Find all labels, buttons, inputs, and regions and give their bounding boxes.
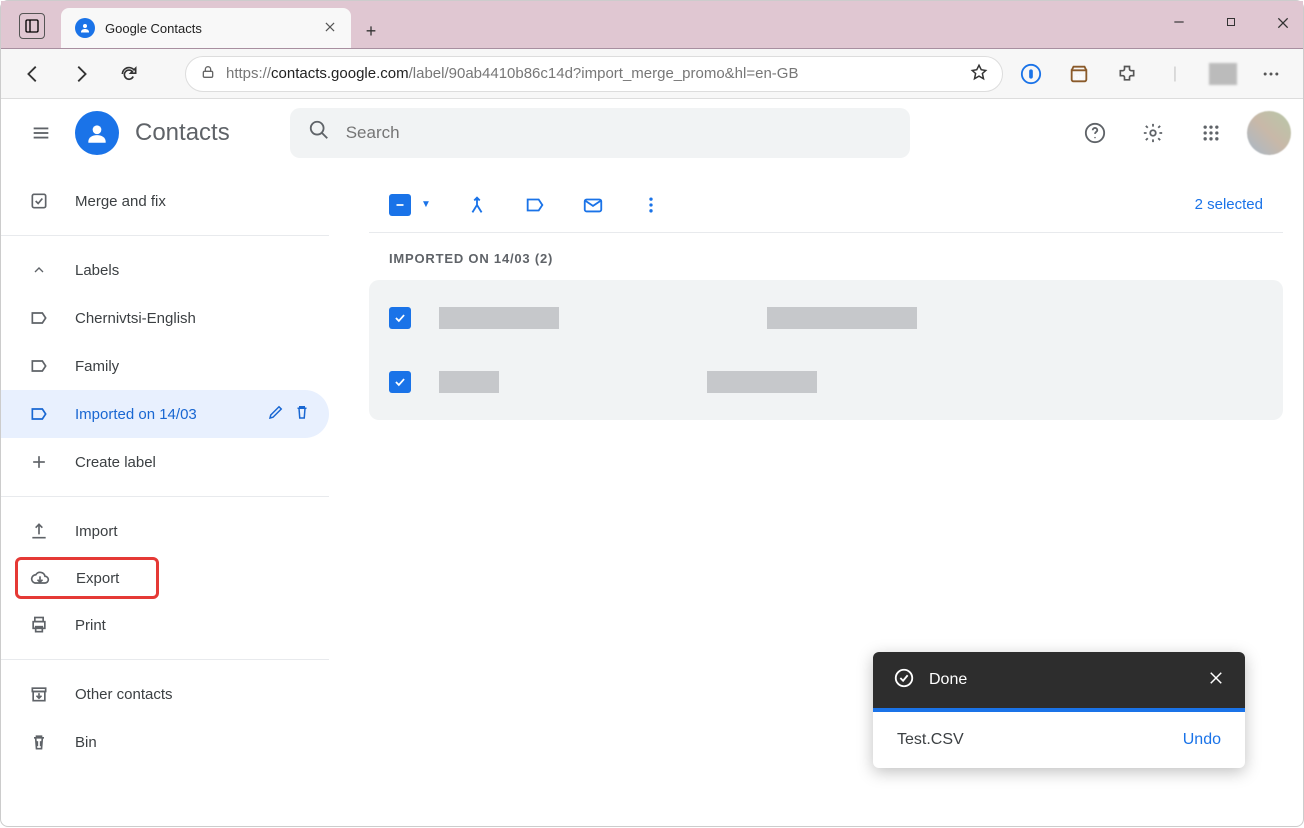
sidebar-bin[interactable]: Bin — [1, 718, 329, 766]
sidebar-label-family[interactable]: Family — [1, 342, 329, 390]
contacts-favicon-icon — [75, 18, 95, 38]
check-circle-icon — [893, 667, 915, 694]
label-icon — [27, 356, 51, 376]
label-action-icon[interactable] — [523, 193, 547, 217]
sidebar-item-label: Merge and fix — [75, 193, 311, 210]
new-tab-button[interactable]: + — [351, 21, 391, 42]
google-apps-button[interactable] — [1189, 111, 1233, 155]
print-icon — [27, 615, 51, 635]
edit-label-icon[interactable] — [267, 403, 285, 425]
list-header: Imported on 14/03 (2) — [369, 233, 1283, 280]
close-tab-icon[interactable] — [323, 20, 337, 37]
more-actions-icon[interactable] — [639, 193, 663, 217]
sidebar-item-label: Imported on 14/03 — [75, 406, 243, 423]
sidebar-print[interactable]: Print — [1, 601, 329, 649]
forward-button[interactable] — [61, 54, 101, 94]
help-button[interactable] — [1073, 111, 1117, 155]
svg-text:Off: Off — [1074, 74, 1083, 81]
sidebar-item-label: Family — [75, 358, 311, 375]
sidebar-merge-fix[interactable]: Merge and fix — [1, 177, 329, 225]
contact-name — [439, 307, 559, 329]
account-avatar[interactable] — [1247, 111, 1291, 155]
download-toast: Done Test.CSV Undo — [873, 652, 1245, 768]
undo-button[interactable]: Undo — [1183, 731, 1221, 749]
extension-wallet-icon[interactable]: Off — [1059, 54, 1099, 94]
sidebar-item-label: Labels — [75, 262, 311, 279]
sidebar-item-label: Export — [76, 570, 138, 587]
tab-title: Google Contacts — [105, 21, 313, 36]
sidebar-item-label: Other contacts — [75, 686, 311, 703]
selected-count: 2 selected — [1195, 196, 1263, 213]
sidebar-labels-header[interactable]: Labels — [1, 246, 329, 294]
contacts-logo-icon — [75, 111, 119, 155]
trash-icon — [27, 732, 51, 752]
upload-icon — [27, 521, 51, 541]
url-text: https://contacts.google.com/label/90ab44… — [226, 65, 960, 82]
app-header: Contacts — [1, 99, 1303, 167]
close-window-button[interactable] — [1271, 15, 1295, 34]
sidebar: Merge and fix Labels Chernivtsi-English … — [1, 99, 329, 828]
row-checkbox[interactable] — [389, 307, 411, 329]
browser-menu-button[interactable] — [1251, 54, 1291, 94]
toast-filename: Test.CSV — [897, 731, 1183, 749]
archive-icon — [27, 684, 51, 704]
sidebar-item-label: Bin — [75, 734, 311, 751]
favorite-icon[interactable] — [970, 63, 988, 85]
search-icon — [308, 119, 330, 146]
toast-title: Done — [929, 671, 1193, 689]
contact-list — [369, 280, 1283, 420]
browser-app-icon[interactable] — [19, 13, 45, 39]
contact-name — [439, 371, 499, 393]
sidebar-label-imported[interactable]: Imported on 14/03 — [1, 390, 329, 438]
lock-icon — [200, 64, 216, 84]
profile-icon[interactable] — [1203, 54, 1243, 94]
select-all-checkbox[interactable] — [389, 194, 411, 216]
refresh-button[interactable] — [109, 54, 149, 94]
back-button[interactable] — [13, 54, 53, 94]
label-icon — [27, 404, 51, 424]
settings-button[interactable] — [1131, 111, 1175, 155]
email-action-icon[interactable] — [581, 193, 605, 217]
minimize-window-button[interactable] — [1167, 15, 1191, 34]
chevron-up-icon — [27, 262, 51, 278]
merge-action-icon[interactable] — [465, 193, 489, 217]
sidebar-label-chernivtsi[interactable]: Chernivtsi-English — [1, 294, 329, 342]
extensions-menu-icon[interactable] — [1107, 54, 1147, 94]
search-input[interactable] — [346, 123, 892, 143]
sidebar-other-contacts[interactable]: Other contacts — [1, 670, 329, 718]
row-checkbox[interactable] — [389, 371, 411, 393]
address-bar[interactable]: https://contacts.google.com/label/90ab44… — [185, 56, 1003, 92]
extension-1password-icon[interactable] — [1011, 54, 1051, 94]
sidebar-item-label: Chernivtsi-English — [75, 310, 311, 327]
close-toast-icon[interactable] — [1207, 669, 1225, 692]
delete-label-icon[interactable] — [293, 403, 311, 425]
label-icon — [27, 308, 51, 328]
sidebar-item-label: Print — [75, 617, 311, 634]
plus-icon — [27, 452, 51, 472]
sidebar-create-label[interactable]: Create label — [1, 438, 329, 486]
contact-email — [767, 307, 917, 329]
app-title: Contacts — [135, 119, 230, 147]
merge-fix-icon — [27, 191, 51, 211]
action-bar: ▼ 2 selected — [369, 177, 1283, 233]
sidebar-import[interactable]: Import — [1, 507, 329, 555]
cloud-download-icon — [28, 568, 52, 588]
sidebar-item-label: Create label — [75, 454, 311, 471]
selection-dropdown-icon[interactable]: ▼ — [421, 199, 431, 210]
search-box[interactable] — [290, 108, 910, 158]
window-titlebar: Google Contacts + — [1, 1, 1303, 49]
sidebar-item-label: Import — [75, 523, 311, 540]
main-menu-button[interactable] — [17, 109, 65, 157]
contact-row[interactable] — [369, 350, 1283, 414]
sidebar-export[interactable]: Export — [15, 557, 159, 599]
browser-tab[interactable]: Google Contacts — [61, 8, 351, 48]
maximize-window-button[interactable] — [1219, 15, 1243, 34]
browser-toolbar: https://contacts.google.com/label/90ab44… — [1, 49, 1303, 99]
contact-row[interactable] — [369, 286, 1283, 350]
contact-email — [707, 371, 817, 393]
